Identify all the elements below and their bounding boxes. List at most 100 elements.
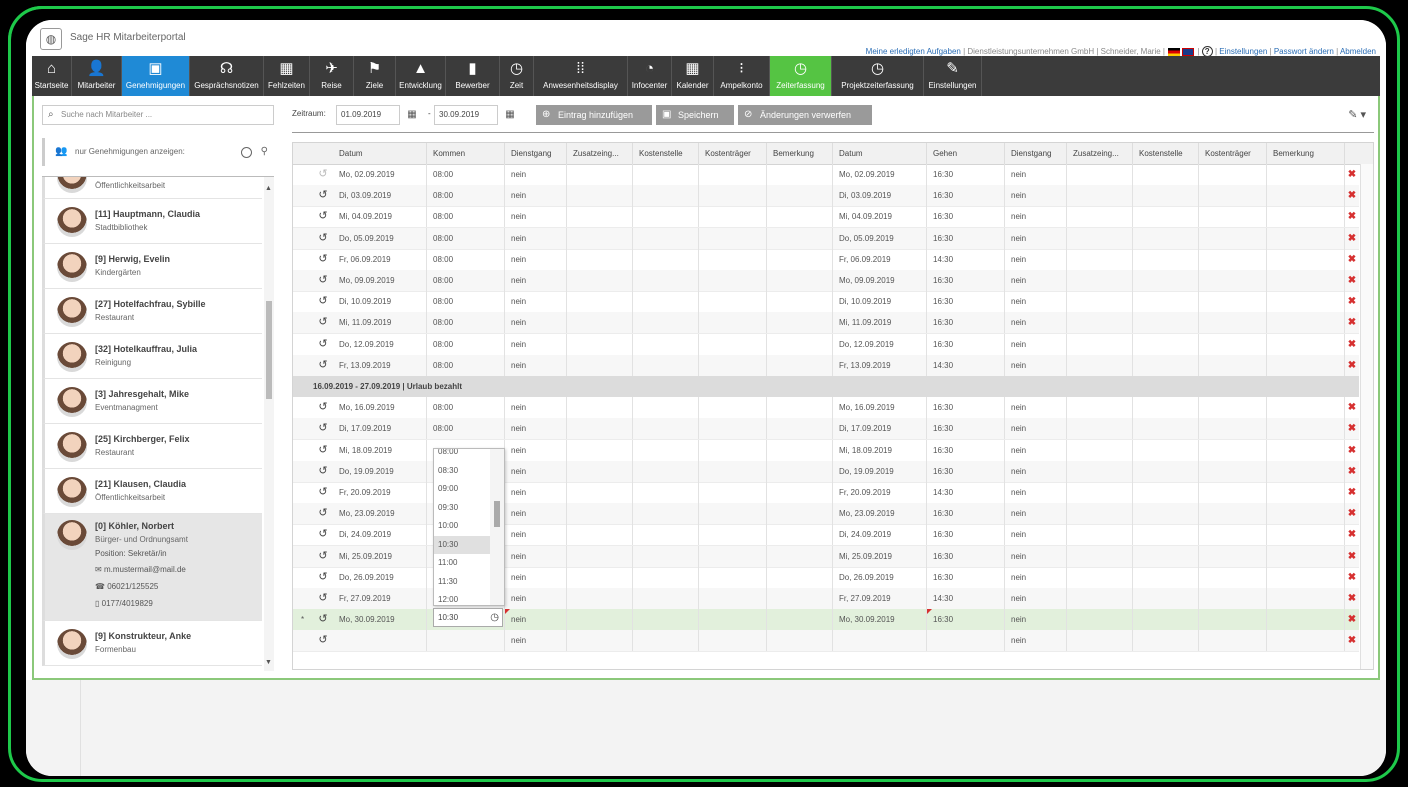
table-cell[interactable]: 16:30 <box>927 418 1005 440</box>
table-cell[interactable] <box>767 227 833 249</box>
table-cell[interactable] <box>1199 439 1267 461</box>
table-cell[interactable]: 08:00 <box>427 312 505 334</box>
table-cell[interactable] <box>1267 354 1345 376</box>
table-cell[interactable]: Mo, 23.09.2019 <box>333 503 427 525</box>
table-cell[interactable] <box>1199 206 1267 228</box>
calendar-from-icon[interactable]: ▦ <box>404 106 420 124</box>
settings-link[interactable]: Einstellungen <box>1219 47 1267 56</box>
table-cell[interactable] <box>1133 291 1199 313</box>
table-cell[interactable] <box>1199 566 1267 588</box>
table-cell[interactable]: Di, 24.09.2019 <box>833 524 927 546</box>
table-cell[interactable] <box>633 630 699 652</box>
table-cell[interactable] <box>1267 291 1345 313</box>
table-cell[interactable] <box>567 418 633 440</box>
delete-icon[interactable]: ✖ <box>1345 440 1359 461</box>
table-cell[interactable]: Mo, 02.09.2019 <box>833 164 927 185</box>
table-cell[interactable] <box>1267 503 1345 525</box>
employee-item[interactable]: [3] Jahresgehalt, Mike Eventmanagment <box>42 379 262 424</box>
table-cell[interactable] <box>767 206 833 228</box>
table-cell[interactable] <box>633 566 699 588</box>
nav-item-reise[interactable]: ✈ Reise <box>310 56 354 96</box>
nav-item-infocenter[interactable]: ◔ Infocenter <box>628 56 672 96</box>
table-cell[interactable] <box>567 630 633 652</box>
table-cell[interactable] <box>1267 588 1345 609</box>
table-cell[interactable]: nein <box>1005 630 1067 652</box>
employee-item[interactable]: [11] Hauptmann, Claudia Stadtbibliothek <box>42 199 262 244</box>
table-cell[interactable] <box>1067 227 1133 249</box>
table-cell[interactable]: 16:30 <box>927 545 1005 567</box>
dropdown-scrollbar[interactable] <box>490 449 504 605</box>
table-cell[interactable]: Mo, 23.09.2019 <box>833 503 927 525</box>
table-cell[interactable] <box>567 248 633 270</box>
filter-key-icon[interactable]: ⚲ <box>261 138 268 166</box>
table-cell[interactable]: nein <box>505 460 567 482</box>
table-cell[interactable]: Do, 12.09.2019 <box>833 333 927 355</box>
time-option[interactable]: 10:00 <box>434 517 490 535</box>
table-cell[interactable] <box>699 248 767 270</box>
table-cell[interactable] <box>633 588 699 609</box>
table-cell[interactable]: Mi, 11.09.2019 <box>333 312 427 334</box>
table-cell[interactable]: 08:00 <box>427 270 505 291</box>
table-cell[interactable]: Mo, 30.09.2019 <box>333 609 427 631</box>
table-cell[interactable] <box>633 206 699 228</box>
delete-icon[interactable]: ✖ <box>1345 185 1359 206</box>
table-cell[interactable] <box>1267 164 1345 185</box>
table-cell[interactable] <box>1067 524 1133 546</box>
table-cell[interactable] <box>1133 354 1199 376</box>
table-cell[interactable] <box>1133 482 1199 503</box>
dropdown-scroll-thumb[interactable] <box>494 501 500 527</box>
delete-icon[interactable]: ✖ <box>1345 482 1359 503</box>
table-cell[interactable] <box>1133 460 1199 482</box>
table-cell[interactable] <box>699 270 767 291</box>
discard-button[interactable]: ⊘ Änderungen verwerfen <box>738 105 872 125</box>
table-cell[interactable] <box>699 185 767 207</box>
table-cell[interactable] <box>633 503 699 525</box>
table-cell[interactable]: 16:30 <box>927 524 1005 546</box>
table-cell[interactable]: nein <box>505 291 567 313</box>
table-cell[interactable] <box>699 524 767 546</box>
table-cell[interactable]: Do, 26.09.2019 <box>333 566 427 588</box>
table-cell[interactable]: nein <box>505 588 567 609</box>
table-cell[interactable] <box>1199 482 1267 503</box>
employee-item[interactable]: [27] Hotelfachfrau, Sybille Restaurant <box>42 289 262 334</box>
table-cell[interactable] <box>699 333 767 355</box>
table-cell[interactable] <box>633 354 699 376</box>
table-cell[interactable] <box>1067 630 1133 652</box>
table-cell[interactable] <box>1133 248 1199 270</box>
employee-item[interactable]: [32] Hotelkauffrau, Julia Reinigung <box>42 334 262 379</box>
table-cell[interactable] <box>633 482 699 503</box>
table-cell[interactable] <box>567 354 633 376</box>
table-cell[interactable] <box>633 524 699 546</box>
table-cell[interactable] <box>633 609 699 631</box>
table-cell[interactable]: Di, 10.09.2019 <box>333 291 427 313</box>
table-cell[interactable] <box>699 354 767 376</box>
table-cell[interactable] <box>1133 397 1199 419</box>
table-cell[interactable] <box>567 333 633 355</box>
table-cell[interactable] <box>699 439 767 461</box>
password-link[interactable]: Passwort ändern <box>1274 47 1334 56</box>
nav-item-kalender[interactable]: ▦ Kalender <box>672 56 714 96</box>
table-cell[interactable] <box>1133 545 1199 567</box>
table-cell[interactable] <box>1067 291 1133 313</box>
scroll-up-icon[interactable]: ▲ <box>265 185 272 192</box>
table-row[interactable]: Do, 12.09.2019 08:00 nein Do, 12.09.2019 16:… <box>293 333 1359 356</box>
table-cell[interactable]: Do, 12.09.2019 <box>333 333 427 355</box>
table-cell[interactable] <box>699 460 767 482</box>
table-cell[interactable]: Do, 26.09.2019 <box>833 566 927 588</box>
add-entry-button[interactable]: ⊕ Eintrag hinzufügen <box>536 105 652 125</box>
table-cell[interactable] <box>1199 524 1267 546</box>
table-cell[interactable] <box>1067 418 1133 440</box>
table-cell[interactable]: nein <box>1005 482 1067 503</box>
delete-icon[interactable]: ✖ <box>1345 291 1359 312</box>
table-cell[interactable] <box>699 397 767 419</box>
table-cell[interactable] <box>767 609 833 631</box>
table-cell[interactable] <box>1267 248 1345 270</box>
date-to-input[interactable]: 30.09.2019 <box>434 105 498 125</box>
table-cell[interactable] <box>833 630 927 652</box>
table-cell[interactable]: nein <box>505 270 567 291</box>
table-cell[interactable] <box>633 439 699 461</box>
delete-icon[interactable]: ✖ <box>1345 164 1359 185</box>
table-cell[interactable]: nein <box>505 482 567 503</box>
table-cell[interactable]: 16:30 <box>927 164 1005 185</box>
table-cell[interactable]: Di, 24.09.2019 <box>333 524 427 546</box>
